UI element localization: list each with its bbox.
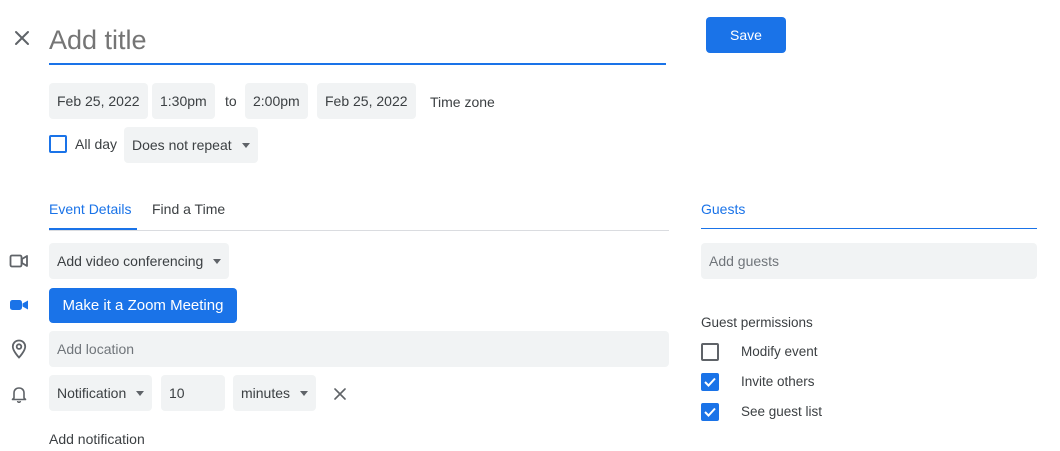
dropdown-arrow-icon xyxy=(300,390,309,396)
tabs-divider xyxy=(49,230,669,231)
title-input[interactable] xyxy=(49,14,666,60)
repeat-dropdown[interactable]: Does not repeat xyxy=(124,127,258,163)
end-time-value: 2:00pm xyxy=(253,93,300,109)
guests-tab-underline xyxy=(701,228,1037,229)
start-date-value: Feb 25, 2022 xyxy=(57,93,140,109)
notification-amount-field[interactable]: 10 xyxy=(161,375,225,411)
time-zone-link[interactable]: Time zone xyxy=(430,94,495,110)
location-input[interactable] xyxy=(57,341,661,357)
checkmark-icon xyxy=(704,407,716,417)
notification-unit-value: minutes xyxy=(241,385,291,401)
invite-others-label: Invite others xyxy=(741,374,815,389)
remove-notification-button[interactable] xyxy=(330,384,350,404)
dropdown-arrow-icon xyxy=(213,258,222,264)
location-field[interactable] xyxy=(49,331,669,367)
location-pin-icon xyxy=(9,339,29,359)
all-day-label: All day xyxy=(75,136,118,152)
end-date-value: Feb 25, 2022 xyxy=(325,93,408,109)
title-field[interactable] xyxy=(49,14,666,65)
end-time-picker[interactable]: 2:00pm xyxy=(245,83,308,119)
video-conferencing-dropdown[interactable]: Add video conferencing xyxy=(49,243,230,279)
end-date-picker[interactable]: Feb 25, 2022 xyxy=(317,83,416,119)
dropdown-arrow-icon xyxy=(136,390,145,396)
add-guests-field[interactable] xyxy=(701,243,1037,279)
modify-event-label: Modify event xyxy=(741,344,818,359)
video-conferencing-label: Add video conferencing xyxy=(57,253,204,269)
guest-permissions-title: Guest permissions xyxy=(701,315,813,330)
dropdown-arrow-icon xyxy=(241,142,250,148)
start-time-picker[interactable]: 1:30pm xyxy=(152,83,215,119)
repeat-value: Does not repeat xyxy=(132,137,232,153)
notification-amount-value: 10 xyxy=(169,385,185,401)
notification-type-value: Notification xyxy=(57,385,127,401)
see-guest-list-checkbox[interactable] xyxy=(701,403,719,421)
add-guests-input[interactable] xyxy=(709,253,1029,269)
notification-type-dropdown[interactable]: Notification xyxy=(49,375,153,411)
add-notification-link[interactable]: Add notification xyxy=(49,431,145,447)
close-icon xyxy=(15,31,29,45)
close-button[interactable] xyxy=(8,24,36,52)
invite-others-checkbox[interactable] xyxy=(701,373,719,391)
close-icon xyxy=(334,388,346,400)
zoom-meeting-button[interactable]: Make it a Zoom Meeting xyxy=(49,288,237,323)
to-label: to xyxy=(225,93,237,109)
tab-event-details[interactable]: Event Details xyxy=(49,201,131,217)
notification-unit-dropdown[interactable]: minutes xyxy=(233,375,317,411)
bell-icon xyxy=(9,384,29,404)
checkmark-icon xyxy=(704,377,716,387)
start-time-value: 1:30pm xyxy=(160,93,207,109)
video-camera-icon xyxy=(9,251,29,271)
start-date-picker[interactable]: Feb 25, 2022 xyxy=(49,83,148,119)
see-guest-list-label: See guest list xyxy=(741,404,823,419)
tab-guests[interactable]: Guests xyxy=(701,201,745,217)
save-button[interactable]: Save xyxy=(706,17,786,53)
all-day-checkbox[interactable] xyxy=(49,135,67,153)
modify-event-checkbox[interactable] xyxy=(701,343,719,361)
tab-find-a-time[interactable]: Find a Time xyxy=(152,201,225,217)
zoom-camera-icon xyxy=(9,295,29,315)
